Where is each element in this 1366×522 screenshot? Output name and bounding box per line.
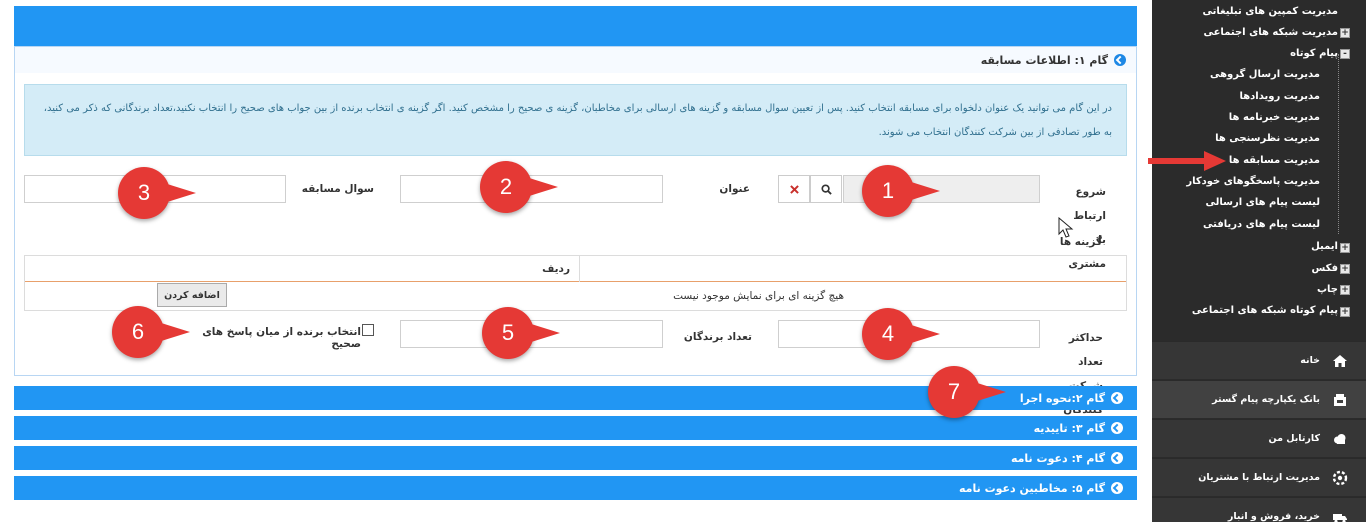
gear-icon [1332, 470, 1348, 485]
column-divider [579, 256, 580, 282]
menu-home-label: خانه [1300, 355, 1320, 366]
expand-icon[interactable]: + [1340, 243, 1350, 253]
annotation-badge-5: 5 [482, 307, 560, 359]
annotation-badge-3: 3 [118, 167, 196, 219]
step1-title: گام ۱: اطلاعات مسابقه [980, 53, 1108, 67]
menu-home[interactable]: خانه [1152, 341, 1366, 379]
sidebar-item-email[interactable]: ایمیل [1311, 241, 1338, 252]
step4-header[interactable]: گام ۴: دعوت نامه [14, 446, 1137, 470]
search-icon [820, 183, 832, 195]
menu-crm-label: مدیریت ارتباط با مشتریان [1198, 472, 1320, 483]
chevron-icon [1111, 452, 1123, 464]
home-icon [1333, 354, 1347, 367]
sidebar-item-social-networks[interactable]: مدیریت شبکه های اجتماعی [1203, 27, 1338, 38]
annotation-badge-2: 2 [480, 161, 558, 213]
sidebar-item-sms[interactable]: پیام کوتاه [1290, 48, 1338, 59]
menu-cartable-label: کارتابل من [1268, 433, 1320, 444]
menu-crm[interactable]: مدیریت ارتباط با مشتریان [1152, 458, 1366, 496]
expand-icon[interactable]: + [1340, 285, 1350, 295]
step2-title: گام ۲:نحوه اجرا [1019, 391, 1105, 405]
mouse-cursor-icon [1058, 217, 1074, 238]
question-label: سوال مسابقه [301, 183, 374, 195]
select-winner-checkbox[interactable] [362, 324, 374, 336]
clear-button[interactable] [778, 175, 810, 203]
col-row-header: ردیف [542, 263, 570, 275]
page-header-bar [14, 6, 1137, 46]
sidebar-item-fax[interactable]: فکس [1312, 263, 1339, 274]
menu-sales[interactable]: خرید، فروش و انبار [1152, 497, 1366, 522]
sidebar-item-print[interactable]: چاپ [1317, 284, 1338, 295]
main-content: گام ۱: اطلاعات مسابقه در این گام می توان… [0, 0, 1150, 522]
sidebar-item-contests[interactable]: مدیریت مسابقه ها [1229, 155, 1320, 166]
menu-sales-label: خرید، فروش و انبار [1227, 511, 1320, 522]
sidebar-item-newsletters[interactable]: مدیریت خبرنامه ها [1229, 112, 1320, 123]
expand-icon[interactable]: + [1340, 307, 1350, 317]
expand-icon[interactable]: + [1340, 28, 1350, 38]
empty-message: هیچ گزینه ای برای نمایش موجود نیست [673, 290, 844, 302]
menu-bank-label: بانک یکپارچه پیام گستر [1212, 394, 1320, 405]
truck-icon [1333, 513, 1347, 522]
sidebar-item-auto-responders[interactable]: مدیریت پاسخگوهای خودکار [1186, 176, 1320, 187]
expand-icon[interactable]: + [1340, 264, 1350, 274]
step5-header[interactable]: گام ۵: مخاطبین دعوت نامه [14, 476, 1137, 500]
step3-title: گام ۳: تاییدیه [1033, 421, 1105, 435]
annotation-badge-7: 7 [928, 366, 1006, 418]
chevron-icon [1111, 482, 1123, 494]
step4-title: گام ۴: دعوت نامه [1010, 451, 1105, 465]
pointer-arrow-icon [1148, 151, 1226, 171]
info-alert: در این گام می توانید یک عنوان دلخواه برا… [24, 84, 1127, 156]
menu-bank[interactable]: بانک یکپارچه پیام گستر [1152, 380, 1366, 418]
sidebar-item-sent-messages[interactable]: لیست پیام های ارسالی [1206, 197, 1320, 208]
chevron-down-icon [1114, 54, 1126, 66]
sidebar-item-social-sms[interactable]: پیام کوتاه شبکه های اجتماعی [1192, 305, 1338, 316]
table-header: ردیف [25, 256, 1126, 282]
annotation-badge-4: 4 [862, 308, 940, 360]
title-label: عنوان [719, 183, 750, 195]
select-winner-label: انتخاب برنده از میان پاسخ های صحیح [202, 326, 361, 350]
step1-header[interactable]: گام ۱: اطلاعات مسابقه [15, 47, 1136, 73]
search-button[interactable] [810, 175, 842, 203]
close-icon [789, 184, 799, 194]
sidebar-item-surveys[interactable]: مدیریت نظرسنجی ها [1215, 133, 1320, 144]
chevron-icon [1111, 422, 1123, 434]
sidebar-item-received-messages[interactable]: لیست پیام های دریافتی [1203, 219, 1320, 230]
sidebar-item-group-send[interactable]: مدیریت ارسال گروهی [1210, 69, 1320, 80]
collapse-icon[interactable]: - [1340, 49, 1350, 59]
cloud-icon [1334, 433, 1346, 444]
annotation-badge-1: 1 [862, 165, 940, 217]
winners-count-label: تعداد برندگان [683, 331, 752, 343]
bank-icon [1334, 393, 1346, 406]
step3-header[interactable]: گام ۳: تاییدیه [14, 416, 1137, 440]
tree-connector [1338, 54, 1339, 234]
sidebar-item-campaigns[interactable]: مدیریت کمپین های تبلیغاتی [1202, 6, 1338, 17]
add-option-button[interactable]: اضافه کردن [157, 283, 227, 307]
annotation-badge-6: 6 [112, 306, 190, 358]
menu-cartable[interactable]: کارتابل من [1152, 419, 1366, 457]
step5-title: گام ۵: مخاطبین دعوت نامه [959, 481, 1105, 495]
chevron-icon [1111, 392, 1123, 404]
sidebar-item-events[interactable]: مدیریت رویدادها [1239, 91, 1320, 102]
